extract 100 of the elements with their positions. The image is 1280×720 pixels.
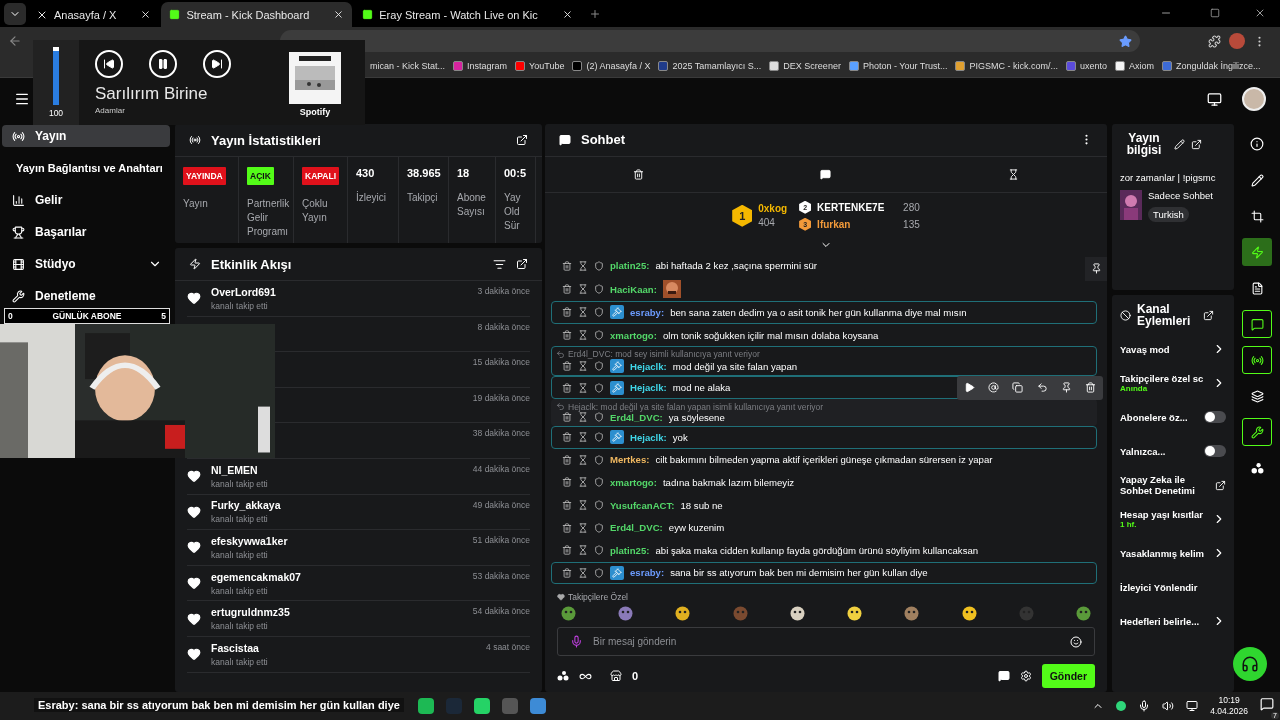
- popout-icon[interactable]: [516, 258, 528, 270]
- channel-action[interactable]: Hesap yaşı kısıtlar 1 hf.: [1120, 507, 1226, 531]
- bookmark[interactable]: Zonguldak İngilizce...: [1162, 61, 1261, 71]
- trash-icon[interactable]: [562, 454, 572, 465]
- emote-icon[interactable]: [789, 606, 805, 622]
- emote-icon[interactable]: [847, 606, 863, 622]
- channel-action[interactable]: Yapay Zeka ile Sohbet Denetimi: [1120, 473, 1226, 497]
- screen-icon[interactable]: [1207, 91, 1222, 107]
- trash-icon[interactable]: [633, 168, 645, 180]
- emote-icon[interactable]: [561, 606, 576, 622]
- hourglass-icon[interactable]: [1007, 168, 1019, 180]
- bookmark[interactable]: (2) Anasayfa / X: [572, 61, 651, 71]
- edit-icon[interactable]: [1250, 173, 1264, 187]
- sidebar-item[interactable]: Başarılar: [2, 221, 170, 243]
- toggle-switch[interactable]: [1204, 411, 1226, 423]
- hourglass-icon[interactable]: [578, 432, 588, 443]
- new-tab-icon[interactable]: [588, 8, 601, 20]
- hourglass-icon[interactable]: [578, 500, 588, 510]
- trash-icon[interactable]: [562, 361, 572, 372]
- channel-action[interactable]: Abonelere öz...: [1120, 405, 1226, 429]
- trash-icon[interactable]: [562, 412, 572, 423]
- trash-icon[interactable]: [562, 567, 572, 578]
- emote-icon[interactable]: [961, 606, 977, 622]
- trash-icon[interactable]: [562, 500, 572, 510]
- settings-icon[interactable]: [1019, 670, 1032, 682]
- channel-action[interactable]: Takipçilere özel sc Anında: [1120, 371, 1226, 395]
- trash-icon[interactable]: [562, 545, 572, 556]
- crop-icon[interactable]: [1250, 209, 1264, 223]
- message-input[interactable]: Bir mesaj gönderin: [557, 627, 1095, 656]
- document-icon[interactable]: [1250, 281, 1264, 295]
- dots-icon[interactable]: [1250, 461, 1264, 475]
- close-icon[interactable]: [561, 9, 573, 20]
- hourglass-icon[interactable]: [578, 361, 588, 372]
- sidebar-item[interactable]: Stüdyo: [2, 253, 170, 275]
- channel-action[interactable]: Yalnızca...: [1120, 439, 1226, 463]
- browser-tab[interactable]: Eray Stream - Watch Live on Kic: [354, 2, 581, 27]
- hourglass-icon[interactable]: [578, 522, 588, 533]
- bookmark[interactable]: uxento: [1065, 61, 1107, 71]
- copy-icon[interactable]: [1012, 382, 1024, 394]
- bookmark[interactable]: PIGSMC - kick.com/...: [955, 61, 1058, 71]
- pin-icon[interactable]: [1060, 382, 1072, 394]
- popout-icon[interactable]: [1203, 309, 1214, 321]
- trash-icon[interactable]: [562, 432, 572, 443]
- taskbar-app-icon[interactable]: [418, 698, 434, 714]
- bookmark[interactable]: mican - Kick Stat...: [370, 61, 446, 71]
- channel-action[interactable]: Yasaklanmış kelim: [1120, 541, 1226, 565]
- previous-button[interactable]: [95, 50, 123, 78]
- next-button[interactable]: [203, 50, 231, 78]
- channel-action[interactable]: İzleyici Yönlendir: [1120, 575, 1226, 599]
- hourglass-icon[interactable]: [578, 307, 588, 318]
- hourglass-icon[interactable]: [578, 477, 588, 488]
- chat-icon[interactable]: [1250, 317, 1264, 331]
- trash-icon[interactable]: [1085, 382, 1097, 394]
- info-icon[interactable]: [1250, 137, 1264, 151]
- trash-icon[interactable]: [562, 522, 572, 533]
- send-button[interactable]: Gönder: [1041, 664, 1095, 688]
- sidebar-item[interactable]: Yayın Bağlantısı ve Anahtarı: [2, 157, 170, 179]
- wrench-icon[interactable]: [1250, 425, 1264, 439]
- taskbar-app-icon[interactable]: [474, 698, 490, 714]
- back-icon[interactable]: [8, 34, 22, 48]
- popout-icon[interactable]: [516, 134, 528, 146]
- clock[interactable]: 10:19 4.04.2026: [1210, 694, 1248, 718]
- trash-icon[interactable]: [562, 260, 572, 271]
- popout-icon[interactable]: [1191, 138, 1202, 150]
- hourglass-icon[interactable]: [578, 330, 588, 341]
- pause-button[interactable]: [149, 50, 177, 78]
- trash-icon[interactable]: [562, 330, 572, 341]
- emote-icon[interactable]: [904, 606, 920, 622]
- bookmark[interactable]: YouTube: [515, 61, 565, 71]
- sidebar-item[interactable]: Denetleme: [2, 285, 170, 307]
- emote-icon[interactable]: [675, 606, 691, 622]
- bookmark[interactable]: Photon - Your Trust...: [848, 61, 948, 71]
- layers-icon[interactable]: [1250, 389, 1264, 403]
- bookmark[interactable]: Instagram: [453, 61, 508, 71]
- browser-tab[interactable]: Stream - Kick Dashboard: [161, 2, 353, 27]
- mention-icon[interactable]: [988, 382, 999, 394]
- emote-icon[interactable]: [618, 606, 634, 622]
- store-icon[interactable]: [610, 670, 622, 682]
- trash-icon[interactable]: [562, 477, 572, 488]
- emote-icon[interactable]: [1075, 606, 1091, 622]
- speaker-icon[interactable]: [1162, 700, 1175, 712]
- hourglass-icon[interactable]: [578, 412, 588, 423]
- trash-icon[interactable]: [562, 382, 572, 393]
- browser-tab[interactable]: Anasayfa / X: [28, 2, 160, 27]
- toggle-switch[interactable]: [1204, 445, 1226, 457]
- bookmark[interactable]: Axiom: [1115, 61, 1154, 71]
- channel-action[interactable]: Yavaş mod: [1120, 337, 1226, 361]
- hourglass-icon[interactable]: [578, 454, 588, 465]
- support-button[interactable]: [1233, 647, 1267, 681]
- close-window-icon[interactable]: [1254, 7, 1266, 19]
- emoji-icon[interactable]: [1070, 635, 1082, 648]
- taskbar-app-icon[interactable]: [530, 698, 546, 714]
- microphone-icon[interactable]: [1138, 700, 1151, 712]
- notification-icon[interactable]: [1260, 697, 1274, 711]
- lightning-icon[interactable]: [1250, 245, 1264, 259]
- reply-icon[interactable]: [1036, 382, 1048, 394]
- user-avatar[interactable]: [1242, 87, 1266, 111]
- broadcast-icon[interactable]: [1250, 353, 1264, 367]
- trash-icon[interactable]: [562, 307, 572, 318]
- bookmark[interactable]: 2025 Tamamlayıcı S...: [658, 61, 762, 71]
